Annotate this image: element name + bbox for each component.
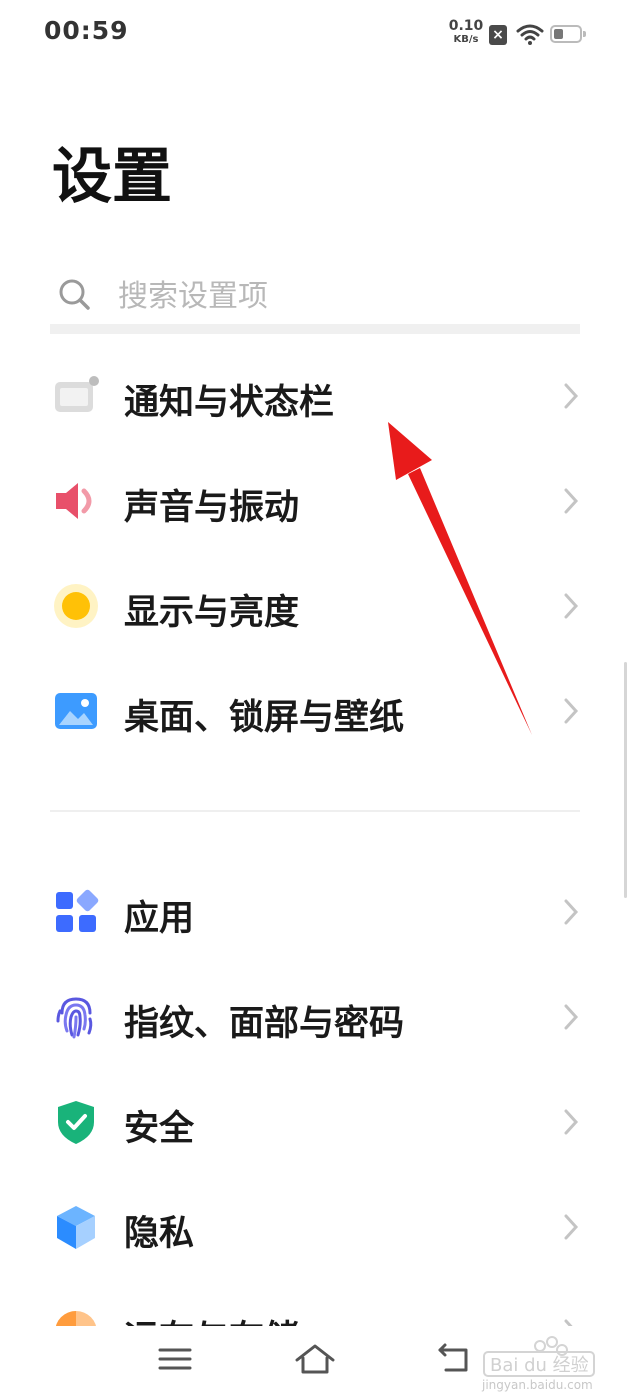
back-icon[interactable] <box>436 1342 472 1376</box>
network-speed-unit: KB/s <box>453 34 479 45</box>
settings-item-label: 显示与亮度 <box>124 593 300 633</box>
brightness-icon <box>54 584 98 628</box>
settings-item-display[interactable]: 显示与亮度 <box>0 554 630 658</box>
settings-item-label: 桌面、锁屏与壁纸 <box>124 698 405 738</box>
settings-item-security[interactable]: 安全 <box>0 1070 630 1174</box>
settings-item-sound[interactable]: 声音与振动 <box>0 449 630 553</box>
scrollbar-thumb[interactable] <box>624 662 627 898</box>
privacy-cube-icon <box>57 1206 95 1249</box>
battery-low-icon <box>550 25 586 43</box>
search-divider <box>50 324 580 334</box>
settings-item-label: 声音与振动 <box>124 488 300 528</box>
chevron-right-icon <box>564 1214 579 1240</box>
speaker-icon <box>56 483 92 519</box>
apps-grid-icon <box>56 889 99 932</box>
settings-item-label: 指纹、面部与密码 <box>124 1004 405 1044</box>
chevron-right-icon <box>564 488 579 514</box>
settings-item-label: 通知与状态栏 <box>124 383 335 423</box>
chevron-right-icon <box>564 383 579 409</box>
chevron-right-icon <box>564 1004 579 1030</box>
network-speed: 0.10 KB/s <box>446 18 486 46</box>
home-icon[interactable] <box>294 1342 336 1376</box>
search-input[interactable] <box>118 274 558 318</box>
settings-item-label: 安全 <box>124 1109 195 1149</box>
chevron-right-icon <box>564 899 579 925</box>
page-title: 设置 <box>52 142 172 212</box>
settings-item-fingerprint[interactable]: 指纹、面部与密码 <box>0 965 630 1069</box>
watermark-text: jingyan.baidu.com <box>482 1378 593 1392</box>
menu-icon[interactable] <box>158 1342 192 1376</box>
settings-item-privacy[interactable]: 隐私 <box>0 1175 630 1279</box>
search-icon <box>59 279 90 310</box>
settings-item-notification[interactable]: 通知与状态栏 <box>0 344 630 448</box>
chevron-right-icon <box>564 1109 579 1135</box>
settings-item-apps[interactable]: 应用 <box>0 860 630 964</box>
settings-item-wallpaper[interactable]: 桌面、锁屏与壁纸 <box>0 659 630 763</box>
section-divider <box>50 810 580 812</box>
search-bar[interactable] <box>52 270 580 326</box>
status-bar: 00:59 0.10 KB/s × <box>0 0 630 70</box>
wifi-icon <box>516 24 544 45</box>
status-time: 00:59 <box>44 16 129 45</box>
shield-check-icon <box>58 1101 94 1144</box>
chevron-right-icon <box>564 698 579 724</box>
chevron-right-icon <box>564 593 579 619</box>
notification-statusbar-icon <box>55 376 99 412</box>
svg-text:Bai du 经验: Bai du 经验 <box>490 1355 589 1376</box>
network-speed-value: 0.10 <box>448 18 484 34</box>
fingerprint-icon <box>56 997 93 1039</box>
settings-item-label: 应用 <box>124 899 195 939</box>
sim-no-card-icon: × <box>489 25 507 45</box>
wallpaper-icon <box>55 693 97 729</box>
settings-item-label: 隐私 <box>124 1214 195 1254</box>
